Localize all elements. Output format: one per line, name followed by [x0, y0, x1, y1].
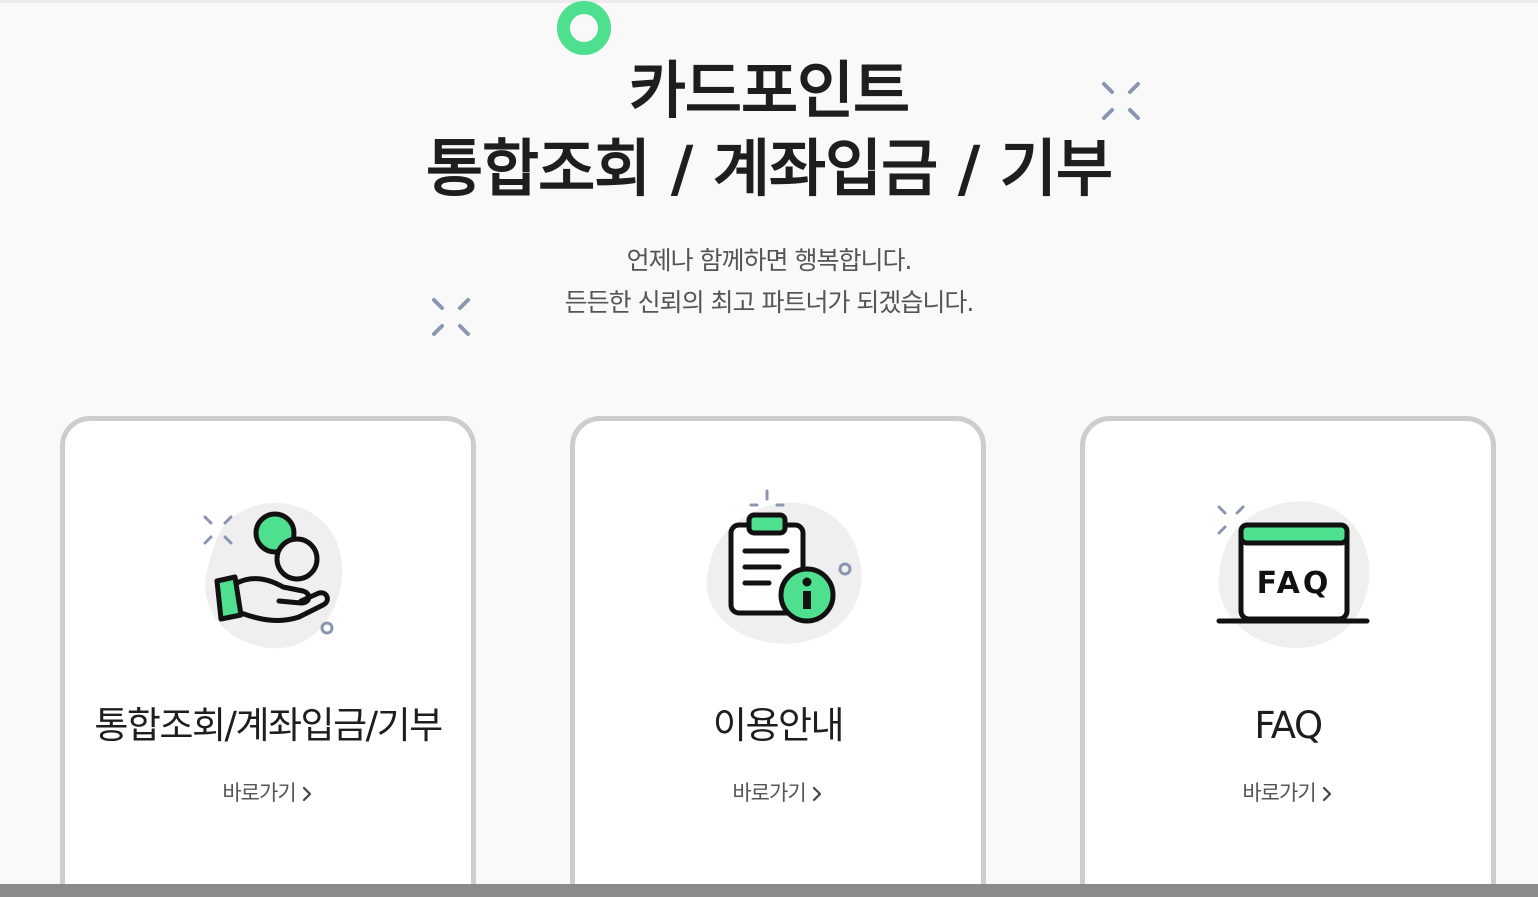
go-link-label: 바로가기	[222, 781, 296, 805]
page-subtitle: 언제나 함께하면 행복합니다. 든든한 신뢰의 최고 파트너가 되겠습니다.	[0, 240, 1538, 324]
top-divider	[0, 0, 1538, 3]
card-title: 통합조회/계좌입금/기부	[94, 704, 443, 747]
faq-window-icon: FAQ	[1213, 487, 1383, 657]
page-subtitle-line2: 든든한 신뢰의 최고 파트너가 되겠습니다.	[564, 288, 975, 317]
hand-coins-icon	[193, 487, 363, 657]
card-title: 이용안내	[712, 704, 845, 747]
bottom-bar	[0, 884, 1538, 897]
page-subtitle-line1: 언제나 함께하면 행복합니다.	[626, 246, 913, 275]
page-title: 카드포인트 통합조회 / 계좌입금 / 기부	[0, 52, 1538, 208]
card-faq[interactable]: FAQ FAQ 바로가기	[1080, 416, 1496, 897]
chevron-right-icon	[812, 786, 821, 802]
card-inquiry[interactable]: 통합조회/계좌입금/기부 바로가기	[60, 416, 476, 897]
go-link[interactable]: 바로가기	[575, 777, 981, 807]
go-link[interactable]: 바로가기	[1085, 777, 1491, 807]
chevron-right-icon	[1322, 786, 1331, 802]
go-link[interactable]: 바로가기	[65, 777, 471, 807]
page-title-line2: 통합조회 / 계좌입금 / 기부	[425, 132, 1113, 205]
clipboard-info-icon	[703, 487, 873, 657]
chevron-right-icon	[302, 786, 311, 802]
card-guide[interactable]: 이용안내 바로가기	[570, 416, 986, 897]
faq-icon-text: FAQ	[1257, 566, 1332, 601]
card-title: FAQ	[1254, 704, 1323, 747]
page-title-line1: 카드포인트	[628, 54, 910, 127]
go-link-label: 바로가기	[732, 781, 806, 805]
ring-decoration-icon	[557, 1, 611, 55]
page: 카드포인트 통합조회 / 계좌입금 / 기부 언제나 함께하면 행복합니다. 든…	[0, 0, 1538, 897]
go-link-label: 바로가기	[1242, 781, 1316, 805]
